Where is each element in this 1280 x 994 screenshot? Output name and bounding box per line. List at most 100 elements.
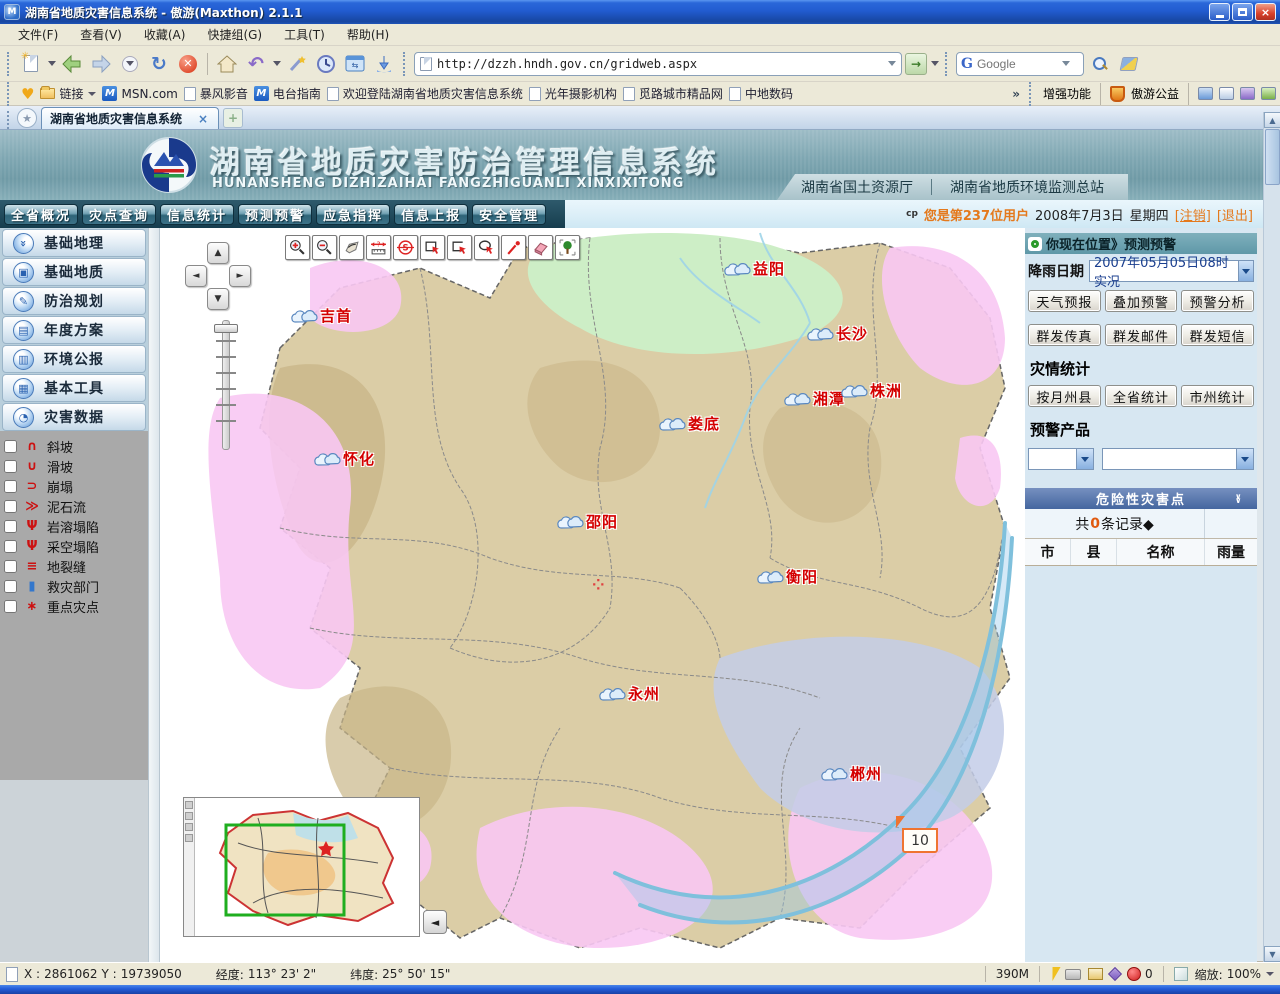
popup-blocker-icon[interactable] — [1127, 967, 1141, 981]
home-button[interactable] — [214, 51, 240, 77]
fax-broadcast-button[interactable]: 群发传真 — [1028, 324, 1101, 346]
filter-wand-button[interactable] — [284, 51, 310, 77]
link-hunan-geo-disaster[interactable]: 欢迎登陆湖南省地质灾害信息系统 — [327, 85, 523, 102]
window-sync-button[interactable]: ⇆ — [342, 51, 368, 77]
printer-icon[interactable] — [1065, 969, 1081, 980]
nav-tab-info-report[interactable]: 信息上报 — [394, 204, 468, 225]
sidebar-item-annual-plan[interactable]: ▤年度方案 — [2, 316, 146, 344]
layer-collapse-checkbox[interactable] — [4, 480, 17, 493]
forward-button[interactable] — [88, 51, 114, 77]
ad-blocker-icon[interactable] — [1108, 967, 1122, 981]
address-dropdown[interactable] — [888, 61, 896, 66]
new-tab-button[interactable]: + — [223, 108, 243, 128]
overview-map[interactable]: ◄ — [183, 797, 420, 937]
layer-landslide-checkbox[interactable] — [4, 460, 17, 473]
scrollbar-thumb[interactable] — [1265, 129, 1280, 185]
boost-lightning-icon[interactable] — [1047, 967, 1060, 981]
nav-tab-emergency-command[interactable]: 应急指挥 — [316, 204, 390, 225]
collapse-chevron-icon[interactable]: ∨∨ — [1235, 495, 1245, 503]
layer-debris-flow-checkbox[interactable] — [4, 500, 17, 513]
city-stats-button[interactable]: 市州统计 — [1181, 385, 1254, 407]
org-link-geo-monitoring[interactable]: 湖南省地质环境监测总站 — [950, 177, 1104, 197]
menu-groups[interactable]: 快捷组(G) — [197, 24, 272, 45]
select-arrow-icon[interactable] — [1238, 261, 1253, 281]
link-msn[interactable]: MMSN.com — [102, 86, 177, 101]
link-milu-city[interactable]: 觅路城市精品网 — [623, 85, 723, 102]
go-button[interactable]: → — [905, 53, 927, 75]
zoom-value[interactable]: 100% — [1227, 967, 1261, 981]
nav-tab-security-management[interactable]: 安全管理 — [472, 204, 546, 225]
history-dropdown-button[interactable] — [117, 51, 143, 77]
stop-button[interactable]: ✕ — [175, 51, 201, 77]
sidebar-item-basic-geology[interactable]: ▣基础地质 — [2, 258, 146, 286]
undo-dropdown[interactable] — [273, 61, 281, 66]
search-button[interactable] — [1087, 51, 1113, 77]
product-type-select[interactable] — [1028, 448, 1094, 470]
layer-rescue-checkbox[interactable] — [4, 580, 17, 593]
notes-icon[interactable] — [1240, 87, 1255, 100]
resize-page-icon[interactable] — [1174, 967, 1188, 981]
new-window-icon[interactable] — [1088, 968, 1103, 980]
link-guangnian-photo[interactable]: 光年摄影机构 — [529, 85, 617, 102]
exit-link[interactable]: [退出] — [1217, 205, 1253, 224]
menu-tools[interactable]: 工具(T) — [274, 24, 335, 45]
links-folder[interactable]: 链接 — [40, 85, 96, 102]
link-zhongdi-digital[interactable]: 中地数码 — [729, 85, 793, 102]
weather-forecast-button[interactable]: 天气预报 — [1028, 290, 1101, 312]
layer-karst-checkbox[interactable] — [4, 520, 17, 533]
nav-tab-province-overview[interactable]: 全省概况 — [4, 204, 78, 225]
new-page-button[interactable]: ✳ — [18, 51, 44, 77]
overview-collapse-button[interactable]: ◄ — [423, 910, 447, 934]
maximize-button[interactable] — [1232, 3, 1253, 21]
sms-broadcast-button[interactable]: 群发短信 — [1181, 324, 1254, 346]
tools-cup-icon[interactable] — [1261, 87, 1276, 100]
email-broadcast-button[interactable]: 群发邮件 — [1105, 324, 1178, 346]
province-stats-button[interactable]: 全省统计 — [1105, 385, 1178, 407]
tab-close-icon2[interactable]: × — [198, 112, 208, 126]
go-dropdown[interactable] — [931, 61, 939, 66]
favorites-star-button[interactable]: ★ — [17, 108, 37, 128]
menu-favorites[interactable]: 收藏(A) — [134, 24, 196, 45]
window-icon[interactable] — [1219, 87, 1234, 100]
nav-tab-info-statistics[interactable]: 信息统计 — [160, 204, 234, 225]
logout-link[interactable]: [注销] — [1175, 205, 1211, 224]
overlay-warning-button[interactable]: 叠加预警 — [1105, 290, 1178, 312]
page-scrollbar[interactable]: ▲ ▼ — [1263, 112, 1280, 962]
scroll-down-arrow[interactable]: ▼ — [1264, 946, 1280, 962]
layer-slope-checkbox[interactable] — [4, 440, 17, 453]
links-overflow-button[interactable]: » — [1012, 87, 1020, 101]
favorites-heart-icon[interactable]: ♥ — [21, 85, 34, 103]
sidebar-item-disaster-data[interactable]: ◔灾害数据 — [2, 403, 146, 431]
zoom-dropdown[interactable] — [1266, 972, 1274, 976]
refresh-button[interactable]: ↻ — [146, 51, 172, 77]
menu-view[interactable]: 查看(V) — [70, 24, 132, 45]
link-radio-guide[interactable]: M电台指南 — [254, 85, 321, 102]
layer-keypoints-checkbox[interactable] — [4, 600, 17, 613]
monthly-county-stats-button[interactable]: 按月州县 — [1028, 385, 1101, 407]
back-button[interactable] — [59, 51, 85, 77]
menu-file[interactable]: 文件(F) — [8, 24, 68, 45]
new-page-dropdown[interactable] — [48, 61, 56, 66]
history-clock-button[interactable] — [313, 51, 339, 77]
download-button[interactable] — [371, 51, 397, 77]
sidebar-item-prevention-planning[interactable]: ✎防治规划 — [2, 287, 146, 315]
layer-mining-checkbox[interactable] — [4, 540, 17, 553]
sidebar-item-environment-bulletin[interactable]: ▥环境公报 — [2, 345, 146, 373]
org-link-land-resources[interactable]: 湖南省国土资源厅 — [801, 177, 913, 197]
link-storm-player[interactable]: 暴风影音 — [184, 85, 248, 102]
search-engine-dropdown[interactable] — [1062, 61, 1070, 66]
product-item-select[interactable] — [1102, 448, 1254, 470]
close-button[interactable]: × — [1255, 3, 1276, 21]
nav-tab-forecast-warning[interactable]: 预测预警 — [238, 204, 312, 225]
proxy-icon[interactable] — [1198, 87, 1213, 100]
sidebar-item-basic-geography[interactable]: »基础地理 — [2, 229, 146, 257]
undo-button[interactable]: ↶ — [243, 51, 269, 77]
plus-features-button[interactable]: 增强功能 — [1043, 85, 1091, 102]
menu-help[interactable]: 帮助(H) — [337, 24, 399, 45]
rain-date-select[interactable]: 2007年05月05日08时实况 — [1089, 260, 1254, 282]
sidebar-item-basic-tools[interactable]: ▦基本工具 — [2, 374, 146, 402]
search-input[interactable] — [977, 57, 1057, 71]
layer-fissure-checkbox[interactable] — [4, 560, 17, 573]
map-viewport[interactable]: ▲ ◄ ► ▼ ? S — [160, 228, 1025, 962]
tab-hunan-geo-system[interactable]: 湖南省地质灾害信息系统 × — [41, 107, 219, 129]
